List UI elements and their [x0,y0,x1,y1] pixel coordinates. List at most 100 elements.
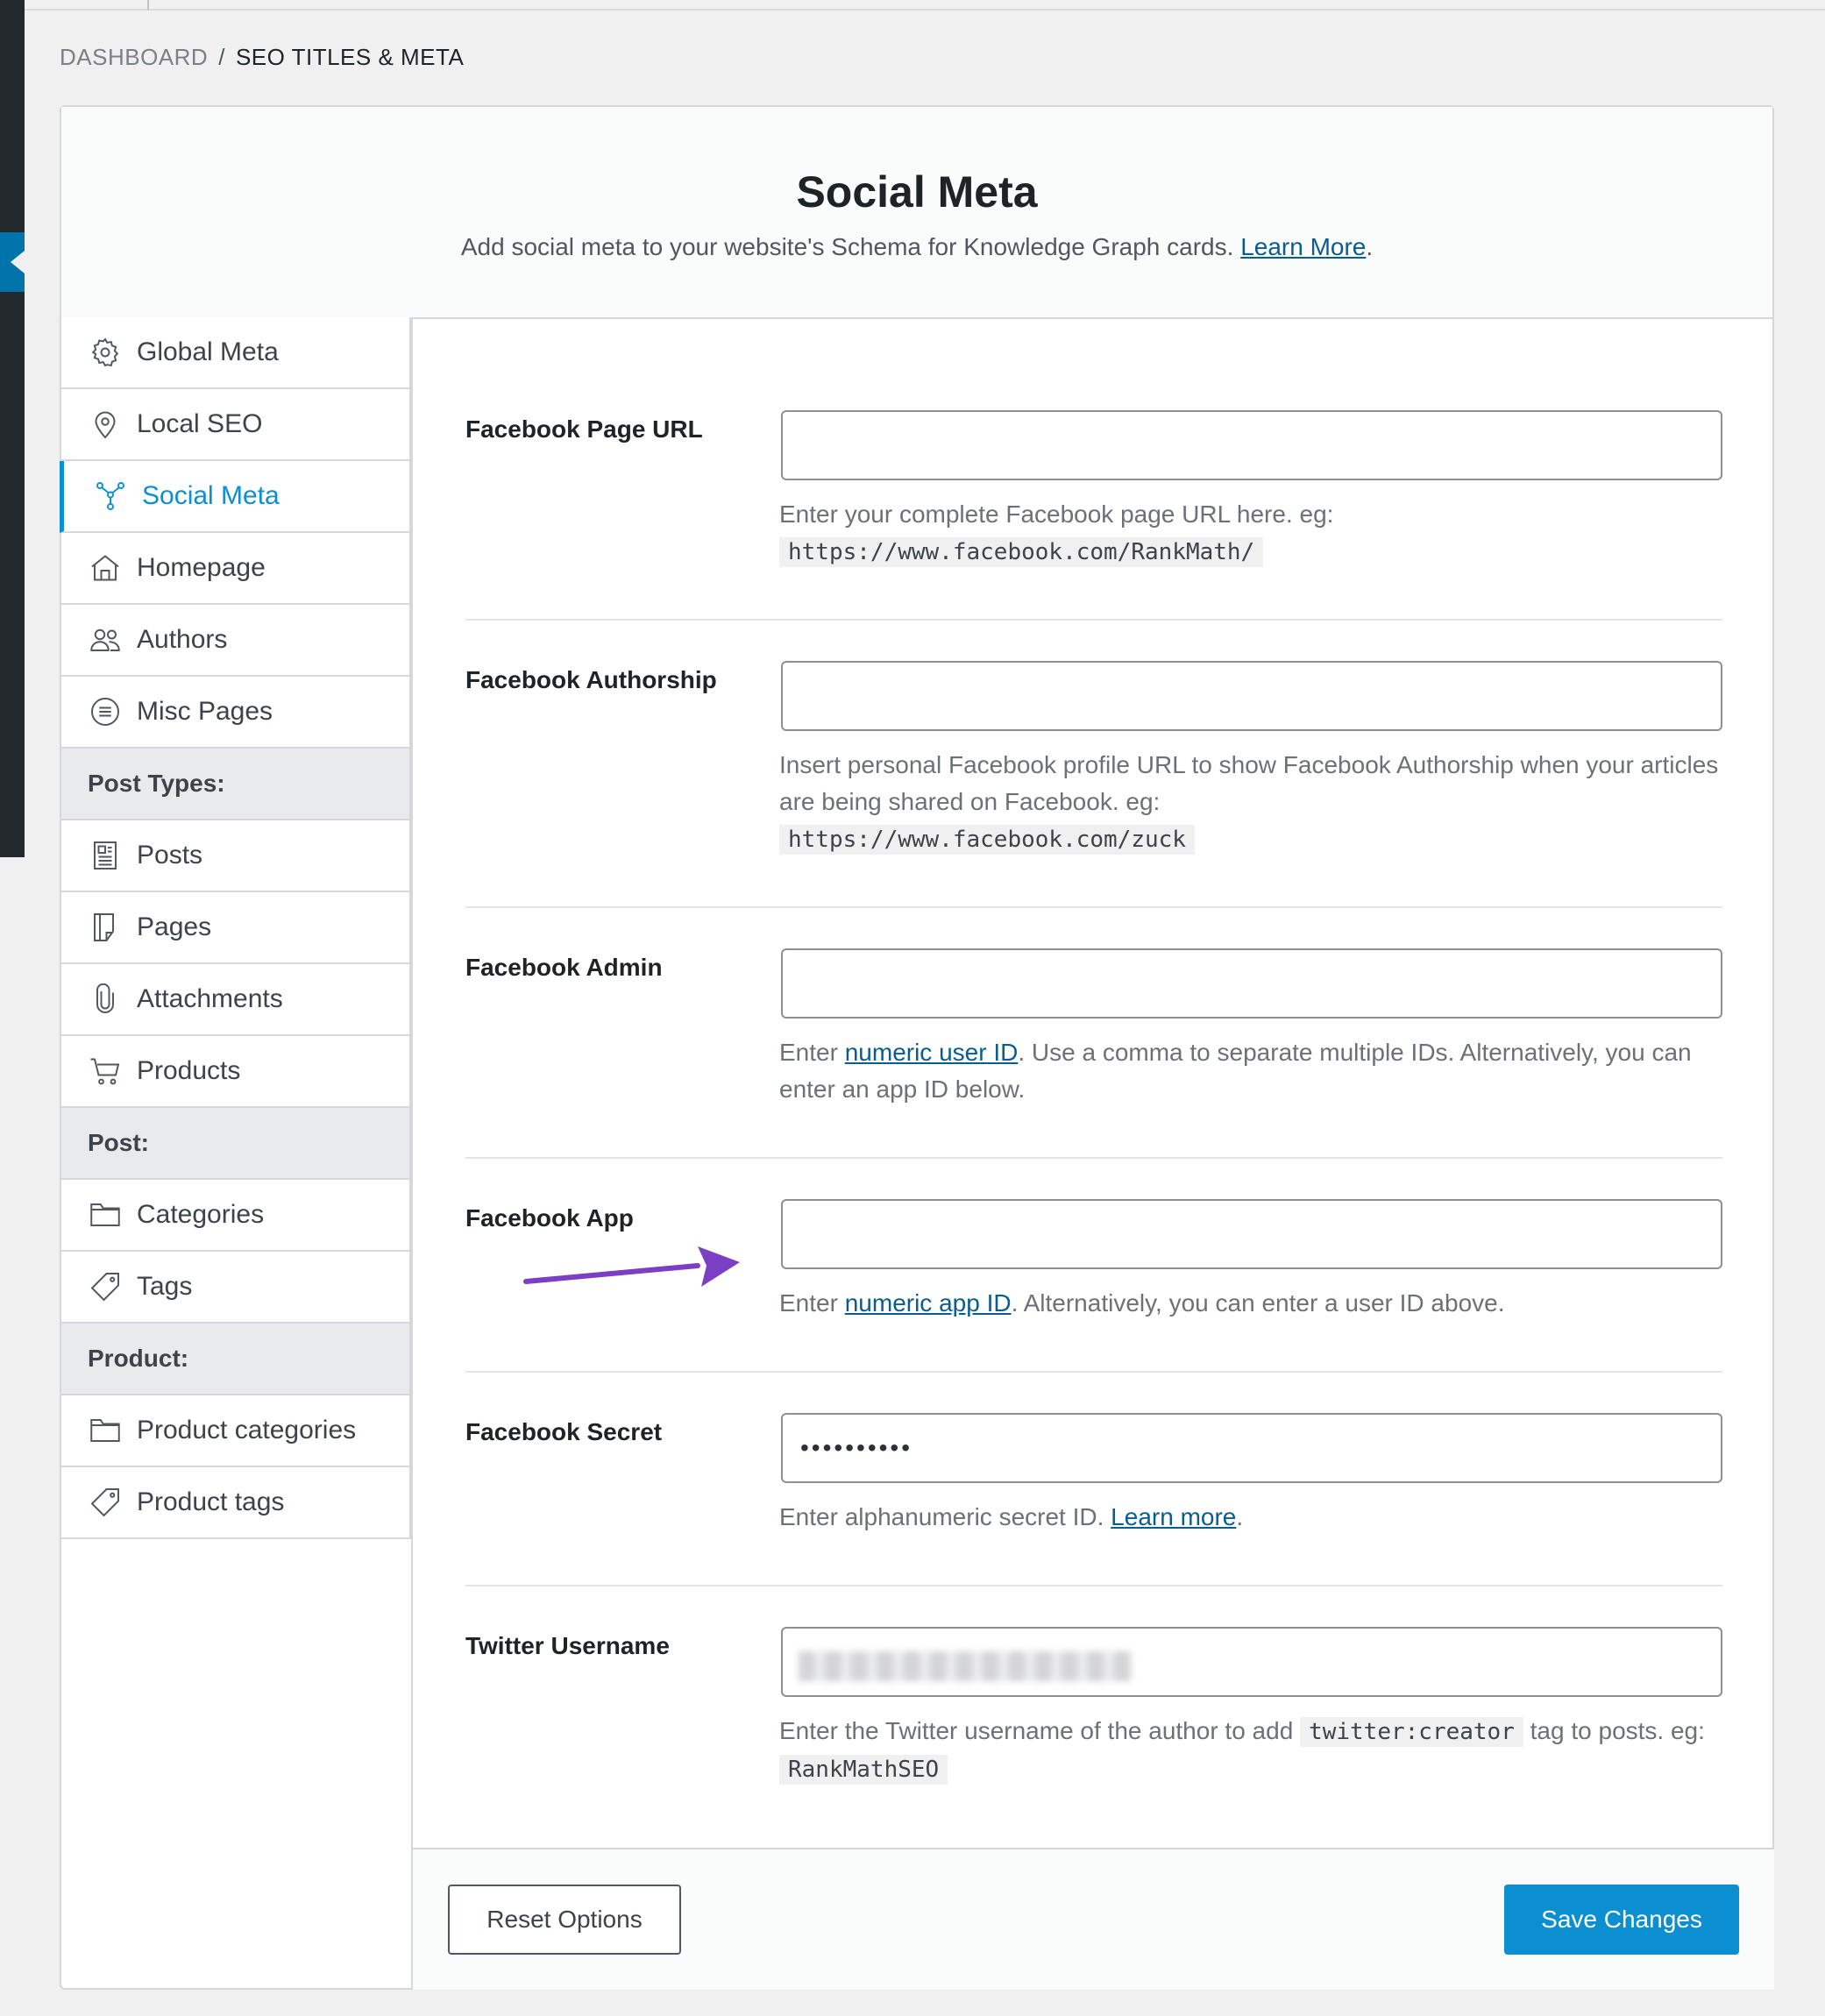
field-label: Facebook Authorship [465,666,717,693]
help-prefix: Enter the Twitter username of the author… [779,1717,1294,1744]
help-suffix: . Alternatively, you can enter a user ID… [1011,1289,1505,1317]
learn-more-secret-link[interactable]: Learn more [1111,1503,1236,1530]
reset-options-button[interactable]: Reset Options [448,1885,681,1955]
sidebar-item-label: Global Meta [137,337,279,366]
settings-sidebar: Global Meta Local SEO Social Meta Homepa… [60,317,411,1539]
divider [465,1157,1722,1159]
facebook-authorship-input[interactable] [781,661,1722,731]
breadcrumb-dashboard-link[interactable]: DASHBOARD [60,44,208,70]
divider [465,619,1722,621]
annotation-arrow-icon [523,1246,740,1287]
field-help: Enter the Twitter username of the author… [779,1713,1722,1788]
folder-icon [88,1413,123,1448]
cart-icon [88,1054,123,1089]
sidebar-item-label: Products [137,1056,241,1085]
sidebar-heading-post-types: Post Types: [60,749,411,820]
share-network-icon [93,479,128,514]
sidebar-item-product-tags[interactable]: Product tags [60,1467,411,1539]
page-icon [88,910,123,945]
home-icon [88,550,123,586]
field-help: Enter your complete Facebook page URL he… [779,496,1722,571]
sidebar-item-label: Attachments [137,984,283,1013]
tag-icon [88,1485,123,1520]
page-description-text: Add social meta to your website's Schema… [460,233,1234,260]
help-text: Insert personal Facebook profile URL to … [779,751,1719,815]
breadcrumb: DASHBOARD / SEO TITLES & META [60,44,464,71]
field-help: Insert personal Facebook profile URL to … [779,747,1722,858]
field-label: Facebook Admin [465,954,663,981]
breadcrumb-current: SEO TITLES & META [235,44,465,70]
sidebar-item-label: Posts [137,841,203,870]
document-icon [88,838,123,873]
sidebar-item-posts[interactable]: Posts [60,820,411,892]
sidebar-item-global-meta[interactable]: Global Meta [60,317,411,389]
sidebar-item-categories[interactable]: Categories [60,1180,411,1252]
sidebar-item-misc-pages[interactable]: Misc Pages [60,677,411,749]
help-prefix: Enter [779,1289,838,1317]
field-help: Enter alphanumeric secret ID. Learn more… [779,1499,1722,1536]
sidebar-item-social-meta[interactable]: Social Meta [60,461,411,533]
sidebar-item-authors[interactable]: Authors [60,605,411,677]
page-title: Social Meta [796,167,1038,217]
page-description: Add social meta to your website's Schema… [61,233,1772,261]
panel-header: Social Meta Add social meta to your webs… [61,107,1772,319]
sidebar-item-product-categories[interactable]: Product categories [60,1395,411,1467]
help-text: Enter your complete Facebook page URL he… [779,500,1334,528]
field-label: Facebook App [465,1204,634,1232]
top-bar [25,0,1825,11]
facebook-admin-input[interactable] [781,948,1722,1019]
sidebar-heading-product: Product: [60,1324,411,1395]
twitter-creator-code: twitter:creator [1300,1717,1523,1747]
map-pin-icon [88,407,123,442]
facebook-secret-input[interactable] [781,1413,1722,1483]
example-code: https://www.facebook.com/RankMath/ [779,537,1264,567]
admin-menu-strip [0,0,25,857]
sidebar-item-tags[interactable]: Tags [60,1252,411,1324]
sidebar-item-label: Social Meta [142,481,280,510]
sidebar-item-label: Categories [137,1200,265,1229]
numeric-user-id-link[interactable]: numeric user ID [845,1039,1019,1066]
field-label: Facebook Secret [465,1418,663,1445]
help-middle: tag to posts. eg: [1530,1717,1705,1744]
field-label: Twitter Username [465,1632,670,1659]
sidebar-item-homepage[interactable]: Homepage [60,533,411,605]
divider [465,1585,1722,1587]
sidebar-item-products[interactable]: Products [60,1036,411,1108]
sidebar-item-pages[interactable]: Pages [60,892,411,964]
sidebar-item-label: Tags [137,1272,193,1301]
facebook-app-input[interactable] [781,1199,1722,1269]
sidebar-item-local-seo[interactable]: Local SEO [60,389,411,461]
page-description-period: . [1366,233,1374,260]
sidebar-item-label: Homepage [137,553,266,582]
users-icon [88,622,123,657]
field-help: Enter numeric user ID. Use a comma to se… [779,1034,1722,1108]
learn-more-link[interactable]: Learn More [1240,233,1366,260]
sidebar-item-label: Product categories [137,1416,357,1445]
example-code: RankMathSEO [779,1755,948,1785]
paperclip-icon [88,982,123,1017]
sidebar-item-label: Product tags [137,1487,285,1516]
sidebar-heading-post: Post: [60,1108,411,1180]
settings-footer: Reset Options Save Changes [411,1848,1774,1990]
active-menu-arrow-icon [11,251,25,273]
facebook-page-url-input[interactable] [781,410,1722,480]
sidebar-item-label: Local SEO [137,409,263,438]
help-suffix: . [1236,1503,1244,1530]
divider [465,1371,1722,1373]
sidebar-item-attachments[interactable]: Attachments [60,964,411,1036]
top-bar-tab[interactable] [25,0,149,11]
help-prefix: Enter [779,1039,838,1066]
save-changes-button[interactable]: Save Changes [1504,1885,1739,1955]
folder-icon [88,1197,123,1232]
gear-icon [88,335,123,370]
divider [465,906,1722,908]
admin-menu-strip-lower [0,857,25,2016]
example-code: https://www.facebook.com/zuck [779,825,1195,855]
field-help: Enter numeric app ID. Alternatively, you… [779,1285,1722,1322]
field-label: Facebook Page URL [465,415,703,443]
breadcrumb-separator: / [218,44,225,70]
numeric-app-id-link[interactable]: numeric app ID [845,1289,1012,1317]
list-circle-icon [88,694,123,729]
sidebar-item-label: Misc Pages [137,697,273,726]
sidebar-item-label: Authors [137,625,228,654]
